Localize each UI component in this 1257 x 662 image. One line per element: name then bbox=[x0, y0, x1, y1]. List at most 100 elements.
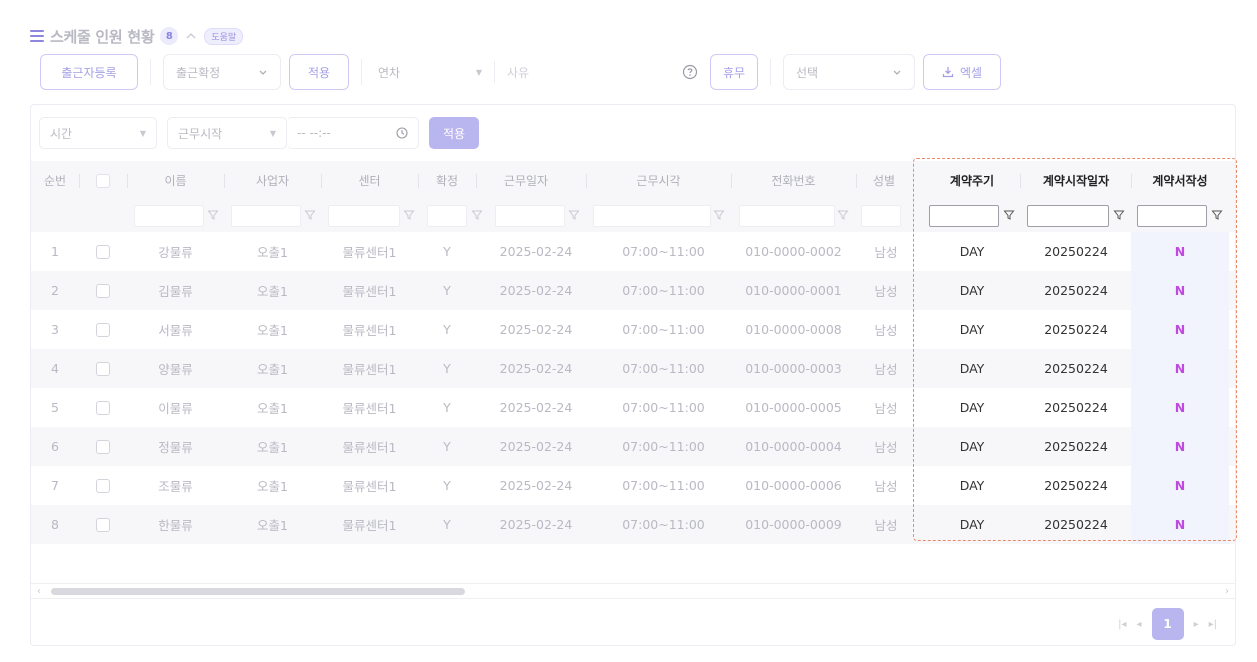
col-header-center[interactable]: 센터 bbox=[321, 161, 418, 200]
filter-icon[interactable] bbox=[1113, 209, 1125, 221]
col-header-seq[interactable]: 순번 bbox=[31, 161, 79, 200]
apply-button[interactable]: 적용 bbox=[289, 54, 349, 90]
cell-name: 서물류 bbox=[158, 323, 193, 338]
filter-phone-input[interactable] bbox=[739, 205, 835, 227]
filter-contract-start-input[interactable] bbox=[1027, 205, 1109, 227]
cell-seq: 8 bbox=[51, 517, 59, 532]
toolbar: 출근자등록 출근확정 적용 연차 ▼ 사유 휴무 선택 엑셀 bbox=[40, 54, 1001, 90]
filter-confirm-input[interactable] bbox=[427, 205, 467, 227]
filter-icon[interactable] bbox=[471, 209, 483, 221]
table-row[interactable]: 2 김물류 오출1 물류센터1 Y 2025-02-24 07:00~11:00… bbox=[31, 271, 1235, 310]
cell-contract-cycle: DAY bbox=[959, 517, 985, 532]
filter-contract-cycle-input[interactable] bbox=[929, 205, 999, 227]
filter-icon[interactable] bbox=[403, 209, 415, 221]
cell-workdate: 2025-02-24 bbox=[499, 400, 573, 415]
row-checkbox[interactable] bbox=[96, 439, 110, 454]
help-chip[interactable]: 도움말 bbox=[204, 27, 244, 45]
filter-icon[interactable] bbox=[207, 209, 219, 221]
col-header-contract-cycle[interactable]: 계약주기 bbox=[924, 161, 1020, 200]
filter-apply-button[interactable]: 적용 bbox=[429, 117, 479, 149]
filter-contract-written-input[interactable] bbox=[1137, 205, 1207, 227]
table-row[interactable]: 5 이물류 오출1 물류센터1 Y 2025-02-24 07:00~11:00… bbox=[31, 388, 1235, 427]
table-row[interactable]: 7 조물류 오출1 물류센터1 Y 2025-02-24 07:00~11:00… bbox=[31, 466, 1235, 505]
table-row[interactable]: 4 양물류 오출1 물류센터1 Y 2025-02-24 07:00~11:00… bbox=[31, 349, 1235, 388]
col-header-workdate[interactable]: 근무일자 bbox=[476, 161, 576, 200]
filter-worktime-input[interactable] bbox=[593, 205, 711, 227]
cell-workdate: 2025-02-24 bbox=[499, 439, 573, 454]
col-header-gender[interactable]: 성별 bbox=[856, 161, 912, 200]
cell-phone: 010-0000-0006 bbox=[745, 478, 842, 493]
year-select[interactable]: 연차 ▼ bbox=[374, 54, 494, 90]
list-icon bbox=[30, 30, 44, 42]
cell-name: 한물류 bbox=[158, 518, 193, 533]
row-checkbox[interactable] bbox=[96, 283, 110, 298]
col-header-worktime[interactable]: 근무시각 bbox=[586, 161, 731, 200]
register-button[interactable]: 출근자등록 bbox=[40, 54, 138, 90]
excel-button[interactable]: 엑셀 bbox=[923, 54, 1001, 90]
reason-input[interactable]: 사유 bbox=[494, 61, 682, 83]
filter-icon[interactable] bbox=[713, 209, 725, 221]
cell-seq: 2 bbox=[51, 283, 59, 298]
last-page-icon[interactable]: ▸| bbox=[1209, 619, 1217, 630]
filter-workdate-input[interactable] bbox=[495, 205, 565, 227]
first-page-icon[interactable]: |◂ bbox=[1118, 619, 1126, 630]
next-page-icon[interactable]: ▸ bbox=[1194, 619, 1199, 630]
row-checkbox[interactable] bbox=[96, 361, 110, 376]
filter-icon[interactable] bbox=[837, 209, 849, 221]
header-checkbox-cell[interactable] bbox=[79, 161, 127, 200]
leave-button[interactable]: 휴무 bbox=[710, 54, 758, 90]
cell-contract-cycle: DAY bbox=[959, 361, 985, 376]
filter-icon[interactable] bbox=[1211, 209, 1223, 221]
row-checkbox[interactable] bbox=[96, 517, 110, 532]
table-row[interactable]: 1 강물류 오출1 물류센터1 Y 2025-02-24 07:00~11:00… bbox=[31, 232, 1235, 271]
filter-icon[interactable] bbox=[568, 209, 580, 221]
filter-gender-input[interactable] bbox=[861, 205, 901, 227]
cell-contract-written: N bbox=[1131, 271, 1229, 310]
divider bbox=[150, 59, 151, 85]
filter-icon[interactable] bbox=[304, 209, 316, 221]
select-all-checkbox[interactable] bbox=[96, 173, 110, 188]
time-input[interactable]: -- --:-- bbox=[287, 117, 419, 149]
question-icon[interactable] bbox=[682, 64, 698, 80]
filter-center-input[interactable] bbox=[328, 205, 400, 227]
row-checkbox[interactable] bbox=[96, 322, 110, 337]
col-header-business[interactable]: 사업자 bbox=[224, 161, 321, 200]
filter-icon[interactable] bbox=[1003, 209, 1015, 221]
cell-worktime: 07:00~11:00 bbox=[622, 244, 705, 259]
cell-worktime: 07:00~11:00 bbox=[622, 361, 705, 376]
cell-name: 김물류 bbox=[158, 284, 193, 299]
col-header-phone[interactable]: 전화번호 bbox=[731, 161, 856, 200]
choice-select[interactable]: 선택 bbox=[783, 54, 915, 90]
page-header: 스케줄 인원 현황 8 도움말 bbox=[30, 26, 244, 46]
cell-business: 오출1 bbox=[257, 245, 288, 260]
row-checkbox[interactable] bbox=[96, 478, 110, 493]
cell-contract-written: N bbox=[1131, 466, 1229, 505]
col-header-contract-written[interactable]: 계약서작성 bbox=[1131, 161, 1229, 200]
time-select[interactable]: 시간 ▼ bbox=[39, 117, 157, 149]
horizontal-scrollbar[interactable]: ‹ › bbox=[31, 583, 1235, 599]
scroll-left-icon[interactable]: ‹ bbox=[37, 586, 41, 597]
cell-name: 이물류 bbox=[158, 401, 193, 416]
col-header-name[interactable]: 이름 bbox=[127, 161, 224, 200]
filter-name-input[interactable] bbox=[134, 205, 204, 227]
cell-name: 양물류 bbox=[158, 362, 193, 377]
start-select[interactable]: 근무시작 ▼ bbox=[167, 117, 287, 149]
table-row[interactable]: 3 서물류 오출1 물류센터1 Y 2025-02-24 07:00~11:00… bbox=[31, 310, 1235, 349]
filter-business-input[interactable] bbox=[231, 205, 301, 227]
prev-page-icon[interactable]: ◂ bbox=[1137, 619, 1142, 630]
col-header-confirm[interactable]: 확정 bbox=[418, 161, 476, 200]
grid-header-row: 순번 이름 사업자 센터 확정 근무일자 근무시각 전화번호 성별 계약주기 계… bbox=[31, 161, 1235, 200]
divider bbox=[770, 59, 771, 85]
table-row[interactable]: 8 한물류 오출1 물류센터1 Y 2025-02-24 07:00~11:00… bbox=[31, 505, 1235, 544]
table-row[interactable]: 6 정물류 오출1 물류센터1 Y 2025-02-24 07:00~11:00… bbox=[31, 427, 1235, 466]
page-number-button[interactable]: 1 bbox=[1151, 608, 1184, 640]
row-checkbox[interactable] bbox=[96, 244, 110, 259]
cell-business: 오출1 bbox=[257, 401, 288, 416]
scrollbar-thumb[interactable] bbox=[51, 588, 465, 595]
confirm-select[interactable]: 출근확정 bbox=[163, 54, 281, 90]
cell-center: 물류센터1 bbox=[342, 401, 397, 416]
col-header-contract-start[interactable]: 계약시작일자 bbox=[1021, 161, 1131, 200]
row-checkbox[interactable] bbox=[96, 400, 110, 415]
chevron-up-icon[interactable] bbox=[184, 29, 198, 43]
scroll-right-icon[interactable]: › bbox=[1225, 586, 1229, 597]
